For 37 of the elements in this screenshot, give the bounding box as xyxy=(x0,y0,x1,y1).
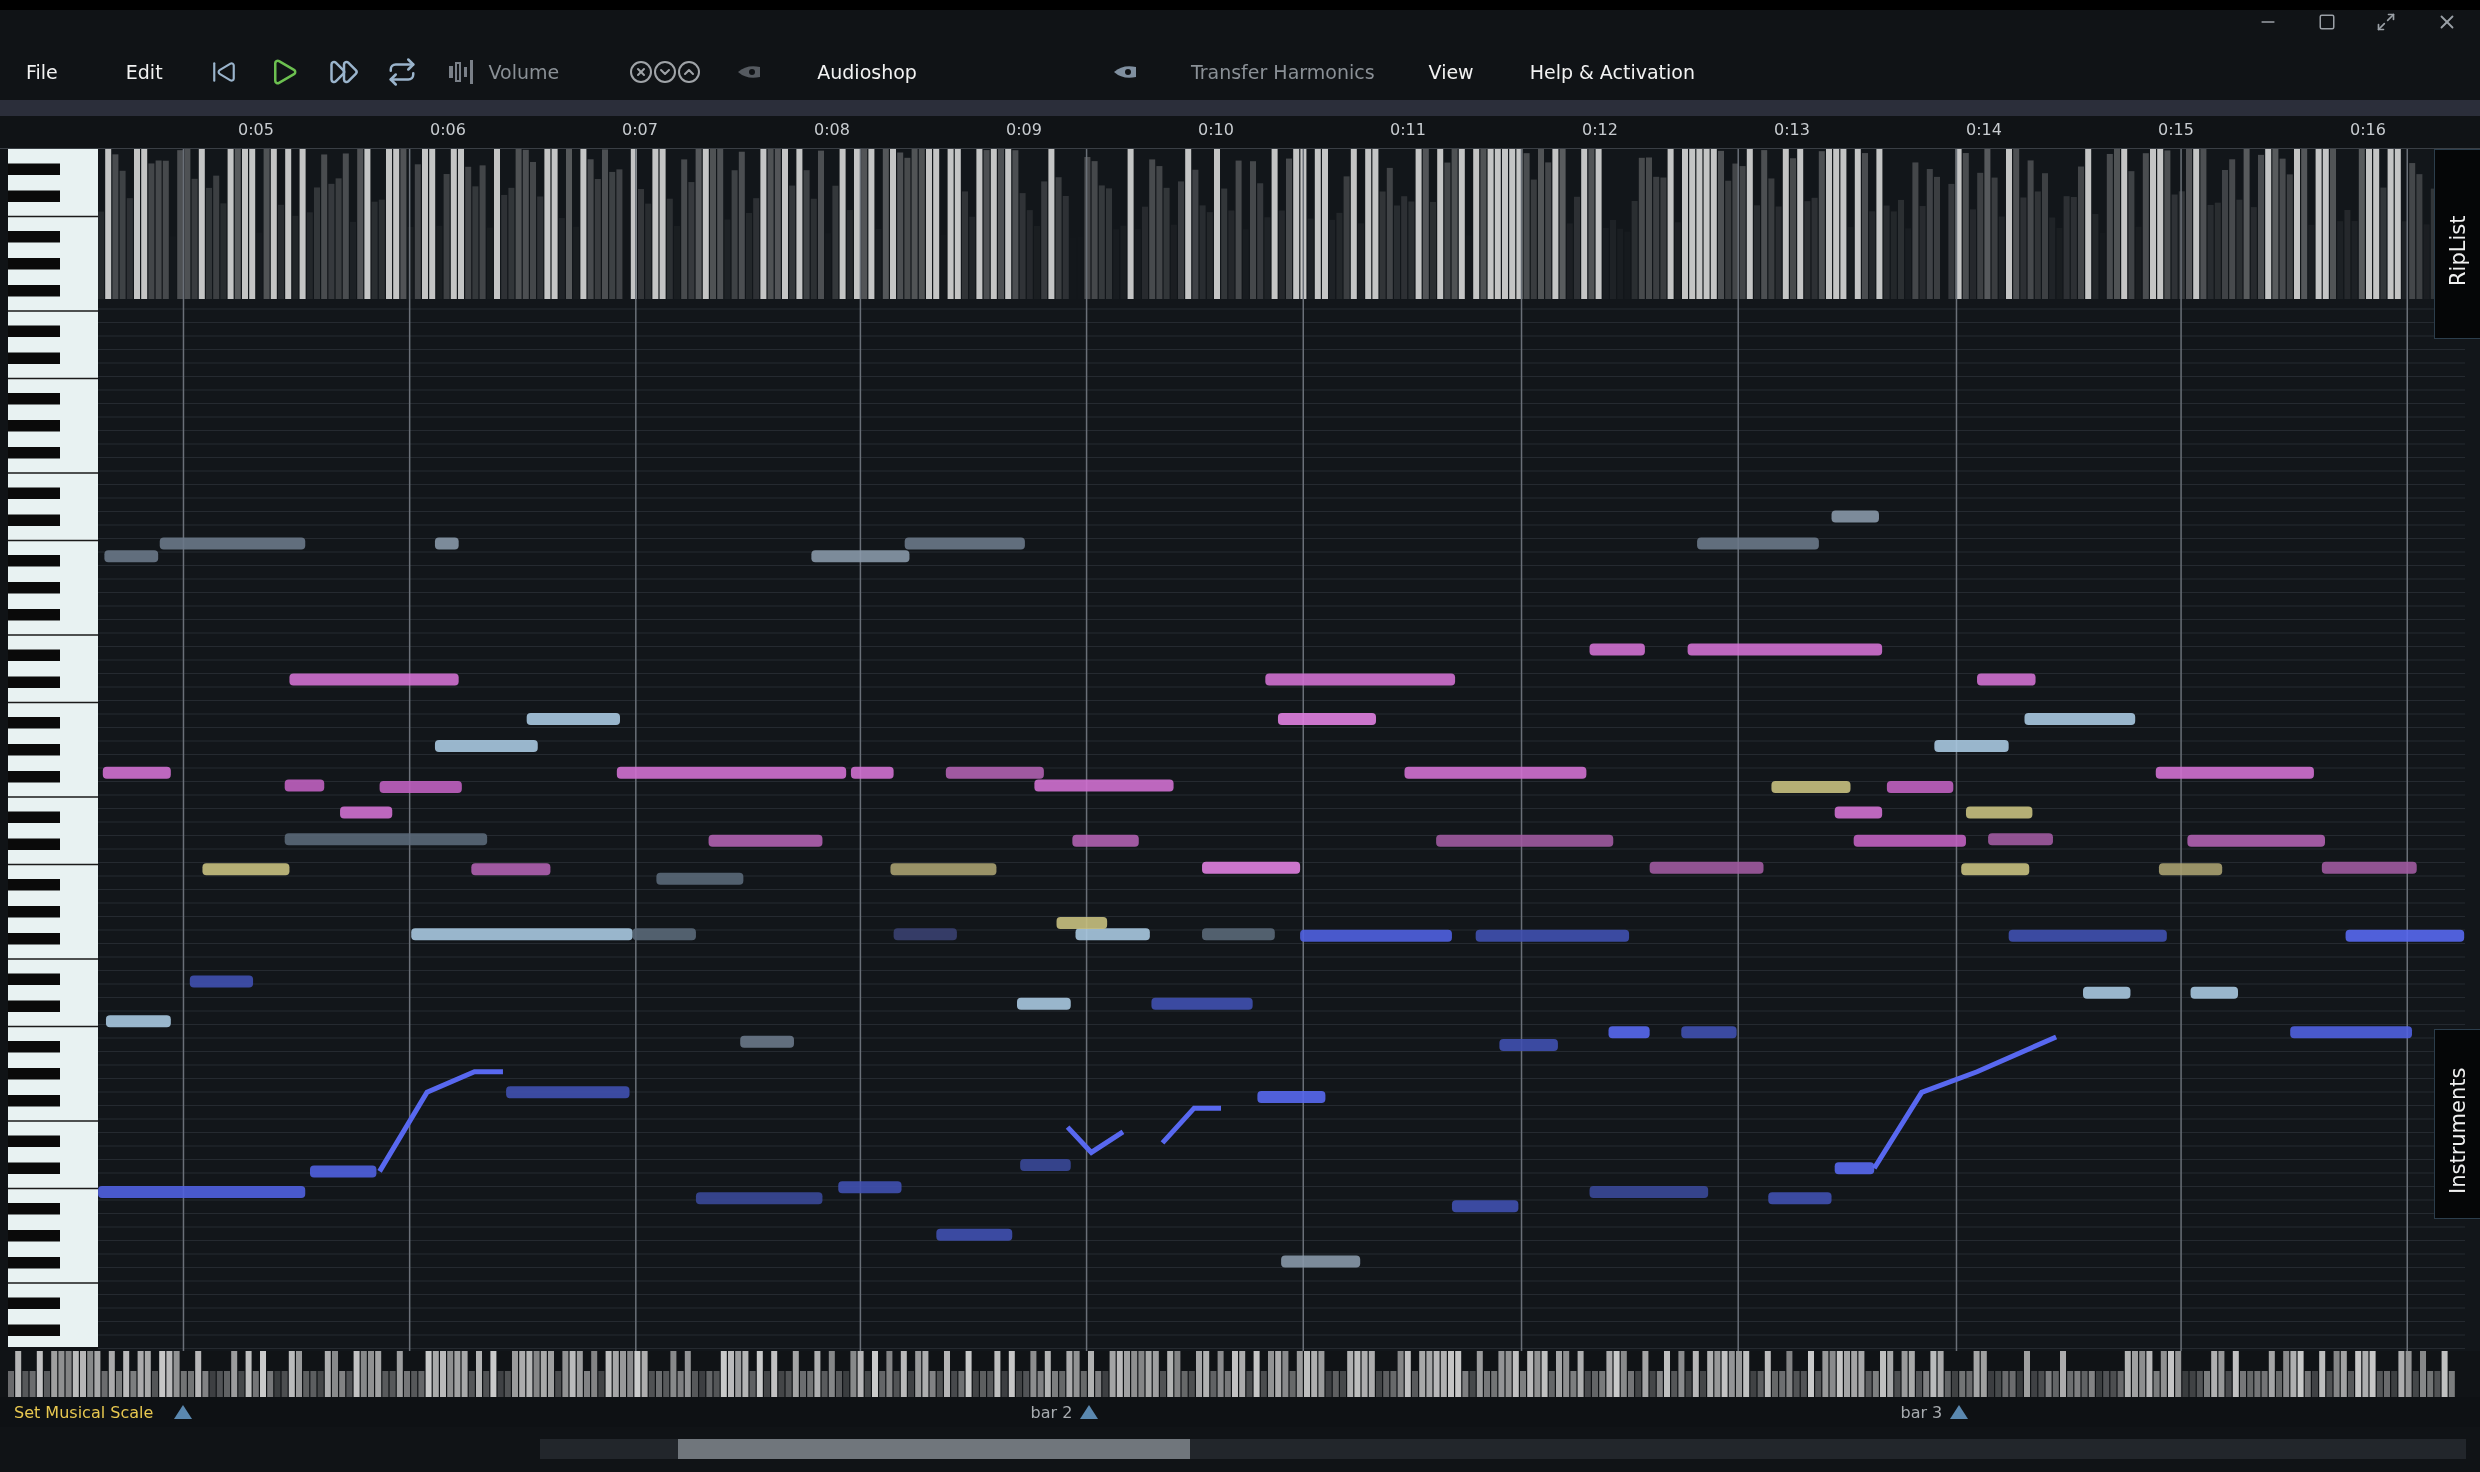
help-menu[interactable]: Help & Activation xyxy=(1529,61,1695,83)
time-tick-label: 0:13 xyxy=(1773,119,1811,141)
time-tick-label: 0:15 xyxy=(2157,119,2195,141)
edit-menu[interactable]: Edit xyxy=(125,61,163,83)
time-tick-label: 0:11 xyxy=(1389,119,1427,141)
time-tick-label: 0:05 xyxy=(237,119,275,141)
time-tick-label: 0:16 xyxy=(2349,119,2387,141)
audioshop-menu[interactable]: Audioshop xyxy=(817,61,917,83)
instruments-tab[interactable]: Instruments xyxy=(2434,1029,2480,1219)
time-tick-label: 0:07 xyxy=(621,119,659,141)
bar-label: bar 2 xyxy=(1030,1402,1073,1422)
time-tick-label: 0:10 xyxy=(1197,119,1235,141)
volume-bars-icon xyxy=(446,59,475,85)
bar-label: bar 3 xyxy=(1900,1402,1943,1422)
chevron-up-circle-icon[interactable] xyxy=(677,60,702,84)
time-tick-label: 0:14 xyxy=(1965,119,2003,141)
eye-icon[interactable] xyxy=(737,64,762,80)
scrollbar-thumb[interactable] xyxy=(678,1439,1190,1459)
marker-triangle-icon[interactable] xyxy=(1950,1405,1969,1419)
maximize-icon[interactable] xyxy=(2318,13,2336,31)
marker-triangle-icon[interactable] xyxy=(174,1405,193,1419)
time-tick-label: 0:09 xyxy=(1005,119,1043,141)
repeat-icon[interactable] xyxy=(386,57,417,87)
eye-icon[interactable] xyxy=(1112,64,1137,80)
skip-back-icon[interactable] xyxy=(210,59,237,85)
time-tick-label: 0:06 xyxy=(429,119,467,141)
file-menu[interactable]: File xyxy=(26,61,58,83)
scrollbar-track[interactable] xyxy=(540,1439,2466,1459)
time-tick-label: 0:12 xyxy=(1581,119,1619,141)
expand-icon[interactable] xyxy=(2376,12,2396,32)
chevron-down-circle-icon[interactable] xyxy=(653,60,678,84)
set-musical-scale-link[interactable]: Set Musical Scale xyxy=(0,1402,154,1422)
time-tick-label: 0:08 xyxy=(813,119,851,141)
close-circle-icon[interactable] xyxy=(629,60,654,84)
riplist-tab[interactable]: RipList xyxy=(2434,149,2480,339)
marker-triangle-icon[interactable] xyxy=(1080,1405,1099,1419)
view-menu[interactable]: View xyxy=(1428,61,1474,83)
